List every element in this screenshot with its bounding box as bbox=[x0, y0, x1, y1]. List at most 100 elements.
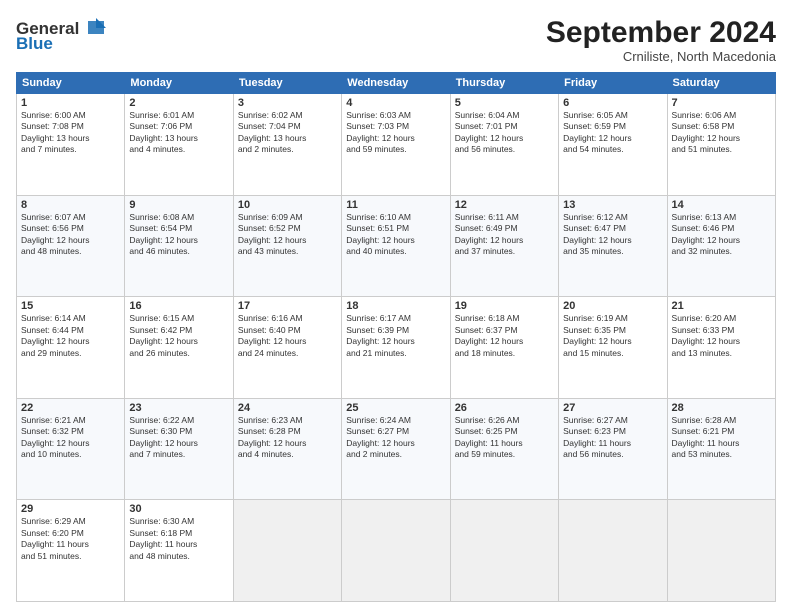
day-number: 3 bbox=[238, 97, 337, 109]
calendar-cell: 8Sunrise: 6:07 AM Sunset: 6:56 PM Daylig… bbox=[17, 195, 125, 297]
calendar-cell: 26Sunrise: 6:26 AM Sunset: 6:25 PM Dayli… bbox=[450, 398, 558, 500]
calendar-cell bbox=[342, 500, 450, 602]
day-number: 12 bbox=[455, 199, 554, 211]
day-info: Sunrise: 6:24 AM Sunset: 6:27 PM Dayligh… bbox=[346, 415, 445, 461]
day-info: Sunrise: 6:01 AM Sunset: 7:06 PM Dayligh… bbox=[129, 110, 228, 156]
day-info: Sunrise: 6:11 AM Sunset: 6:49 PM Dayligh… bbox=[455, 212, 554, 258]
day-number: 30 bbox=[129, 503, 228, 515]
calendar-cell: 22Sunrise: 6:21 AM Sunset: 6:32 PM Dayli… bbox=[17, 398, 125, 500]
day-number: 27 bbox=[563, 402, 662, 414]
day-number: 26 bbox=[455, 402, 554, 414]
col-friday: Friday bbox=[559, 73, 667, 94]
day-info: Sunrise: 6:12 AM Sunset: 6:47 PM Dayligh… bbox=[563, 212, 662, 258]
day-info: Sunrise: 6:23 AM Sunset: 6:28 PM Dayligh… bbox=[238, 415, 337, 461]
calendar-cell: 2Sunrise: 6:01 AM Sunset: 7:06 PM Daylig… bbox=[125, 94, 233, 196]
calendar-cell: 11Sunrise: 6:10 AM Sunset: 6:51 PM Dayli… bbox=[342, 195, 450, 297]
calendar-cell: 18Sunrise: 6:17 AM Sunset: 6:39 PM Dayli… bbox=[342, 297, 450, 399]
day-info: Sunrise: 6:07 AM Sunset: 6:56 PM Dayligh… bbox=[21, 212, 120, 258]
day-number: 7 bbox=[672, 97, 771, 109]
day-number: 9 bbox=[129, 199, 228, 211]
day-info: Sunrise: 6:03 AM Sunset: 7:03 PM Dayligh… bbox=[346, 110, 445, 156]
day-number: 18 bbox=[346, 300, 445, 312]
day-info: Sunrise: 6:18 AM Sunset: 6:37 PM Dayligh… bbox=[455, 313, 554, 359]
col-saturday: Saturday bbox=[667, 73, 775, 94]
day-info: Sunrise: 6:09 AM Sunset: 6:52 PM Dayligh… bbox=[238, 212, 337, 258]
day-info: Sunrise: 6:30 AM Sunset: 6:18 PM Dayligh… bbox=[129, 516, 228, 562]
calendar-cell: 3Sunrise: 6:02 AM Sunset: 7:04 PM Daylig… bbox=[233, 94, 341, 196]
logo: General Blue bbox=[16, 16, 106, 52]
col-thursday: Thursday bbox=[450, 73, 558, 94]
col-wednesday: Wednesday bbox=[342, 73, 450, 94]
calendar-cell: 27Sunrise: 6:27 AM Sunset: 6:23 PM Dayli… bbox=[559, 398, 667, 500]
day-number: 6 bbox=[563, 97, 662, 109]
col-monday: Monday bbox=[125, 73, 233, 94]
calendar-cell bbox=[233, 500, 341, 602]
calendar-cell: 13Sunrise: 6:12 AM Sunset: 6:47 PM Dayli… bbox=[559, 195, 667, 297]
location-subtitle: Crniliste, North Macedonia bbox=[546, 49, 776, 64]
calendar-page: General Blue September 2024 Crniliste, N… bbox=[0, 0, 792, 612]
calendar-cell: 4Sunrise: 6:03 AM Sunset: 7:03 PM Daylig… bbox=[342, 94, 450, 196]
day-info: Sunrise: 6:17 AM Sunset: 6:39 PM Dayligh… bbox=[346, 313, 445, 359]
day-info: Sunrise: 6:29 AM Sunset: 6:20 PM Dayligh… bbox=[21, 516, 120, 562]
day-number: 13 bbox=[563, 199, 662, 211]
calendar-cell: 24Sunrise: 6:23 AM Sunset: 6:28 PM Dayli… bbox=[233, 398, 341, 500]
day-number: 1 bbox=[21, 97, 120, 109]
day-info: Sunrise: 6:20 AM Sunset: 6:33 PM Dayligh… bbox=[672, 313, 771, 359]
day-info: Sunrise: 6:26 AM Sunset: 6:25 PM Dayligh… bbox=[455, 415, 554, 461]
calendar-cell: 9Sunrise: 6:08 AM Sunset: 6:54 PM Daylig… bbox=[125, 195, 233, 297]
day-info: Sunrise: 6:05 AM Sunset: 6:59 PM Dayligh… bbox=[563, 110, 662, 156]
day-number: 11 bbox=[346, 199, 445, 211]
day-info: Sunrise: 6:08 AM Sunset: 6:54 PM Dayligh… bbox=[129, 212, 228, 258]
calendar-cell: 25Sunrise: 6:24 AM Sunset: 6:27 PM Dayli… bbox=[342, 398, 450, 500]
header: General Blue September 2024 Crniliste, N… bbox=[16, 16, 776, 64]
calendar-cell: 5Sunrise: 6:04 AM Sunset: 7:01 PM Daylig… bbox=[450, 94, 558, 196]
calendar-cell: 29Sunrise: 6:29 AM Sunset: 6:20 PM Dayli… bbox=[17, 500, 125, 602]
day-number: 4 bbox=[346, 97, 445, 109]
day-number: 29 bbox=[21, 503, 120, 515]
title-block: September 2024 Crniliste, North Macedoni… bbox=[546, 16, 776, 64]
day-number: 10 bbox=[238, 199, 337, 211]
header-row: Sunday Monday Tuesday Wednesday Thursday… bbox=[17, 73, 776, 94]
day-info: Sunrise: 6:19 AM Sunset: 6:35 PM Dayligh… bbox=[563, 313, 662, 359]
calendar-cell: 6Sunrise: 6:05 AM Sunset: 6:59 PM Daylig… bbox=[559, 94, 667, 196]
calendar-cell: 1Sunrise: 6:00 AM Sunset: 7:08 PM Daylig… bbox=[17, 94, 125, 196]
calendar-cell: 30Sunrise: 6:30 AM Sunset: 6:18 PM Dayli… bbox=[125, 500, 233, 602]
day-number: 20 bbox=[563, 300, 662, 312]
day-info: Sunrise: 6:16 AM Sunset: 6:40 PM Dayligh… bbox=[238, 313, 337, 359]
calendar-cell: 19Sunrise: 6:18 AM Sunset: 6:37 PM Dayli… bbox=[450, 297, 558, 399]
day-info: Sunrise: 6:13 AM Sunset: 6:46 PM Dayligh… bbox=[672, 212, 771, 258]
calendar-cell bbox=[559, 500, 667, 602]
logo-icon: General Blue bbox=[16, 16, 106, 52]
calendar-cell bbox=[450, 500, 558, 602]
day-info: Sunrise: 6:06 AM Sunset: 6:58 PM Dayligh… bbox=[672, 110, 771, 156]
day-number: 23 bbox=[129, 402, 228, 414]
calendar-table: Sunday Monday Tuesday Wednesday Thursday… bbox=[16, 72, 776, 602]
day-number: 21 bbox=[672, 300, 771, 312]
calendar-cell: 20Sunrise: 6:19 AM Sunset: 6:35 PM Dayli… bbox=[559, 297, 667, 399]
day-number: 24 bbox=[238, 402, 337, 414]
day-number: 8 bbox=[21, 199, 120, 211]
calendar-cell: 15Sunrise: 6:14 AM Sunset: 6:44 PM Dayli… bbox=[17, 297, 125, 399]
day-info: Sunrise: 6:02 AM Sunset: 7:04 PM Dayligh… bbox=[238, 110, 337, 156]
day-info: Sunrise: 6:10 AM Sunset: 6:51 PM Dayligh… bbox=[346, 212, 445, 258]
calendar-cell: 21Sunrise: 6:20 AM Sunset: 6:33 PM Dayli… bbox=[667, 297, 775, 399]
calendar-cell: 14Sunrise: 6:13 AM Sunset: 6:46 PM Dayli… bbox=[667, 195, 775, 297]
day-number: 5 bbox=[455, 97, 554, 109]
day-number: 16 bbox=[129, 300, 228, 312]
day-info: Sunrise: 6:04 AM Sunset: 7:01 PM Dayligh… bbox=[455, 110, 554, 156]
day-info: Sunrise: 6:27 AM Sunset: 6:23 PM Dayligh… bbox=[563, 415, 662, 461]
day-info: Sunrise: 6:00 AM Sunset: 7:08 PM Dayligh… bbox=[21, 110, 120, 156]
day-number: 2 bbox=[129, 97, 228, 109]
calendar-cell: 12Sunrise: 6:11 AM Sunset: 6:49 PM Dayli… bbox=[450, 195, 558, 297]
col-tuesday: Tuesday bbox=[233, 73, 341, 94]
day-info: Sunrise: 6:22 AM Sunset: 6:30 PM Dayligh… bbox=[129, 415, 228, 461]
day-number: 14 bbox=[672, 199, 771, 211]
day-number: 25 bbox=[346, 402, 445, 414]
day-number: 22 bbox=[21, 402, 120, 414]
col-sunday: Sunday bbox=[17, 73, 125, 94]
calendar-cell: 10Sunrise: 6:09 AM Sunset: 6:52 PM Dayli… bbox=[233, 195, 341, 297]
svg-text:Blue: Blue bbox=[16, 34, 53, 52]
day-info: Sunrise: 6:15 AM Sunset: 6:42 PM Dayligh… bbox=[129, 313, 228, 359]
calendar-cell: 28Sunrise: 6:28 AM Sunset: 6:21 PM Dayli… bbox=[667, 398, 775, 500]
month-title: September 2024 bbox=[546, 16, 776, 49]
